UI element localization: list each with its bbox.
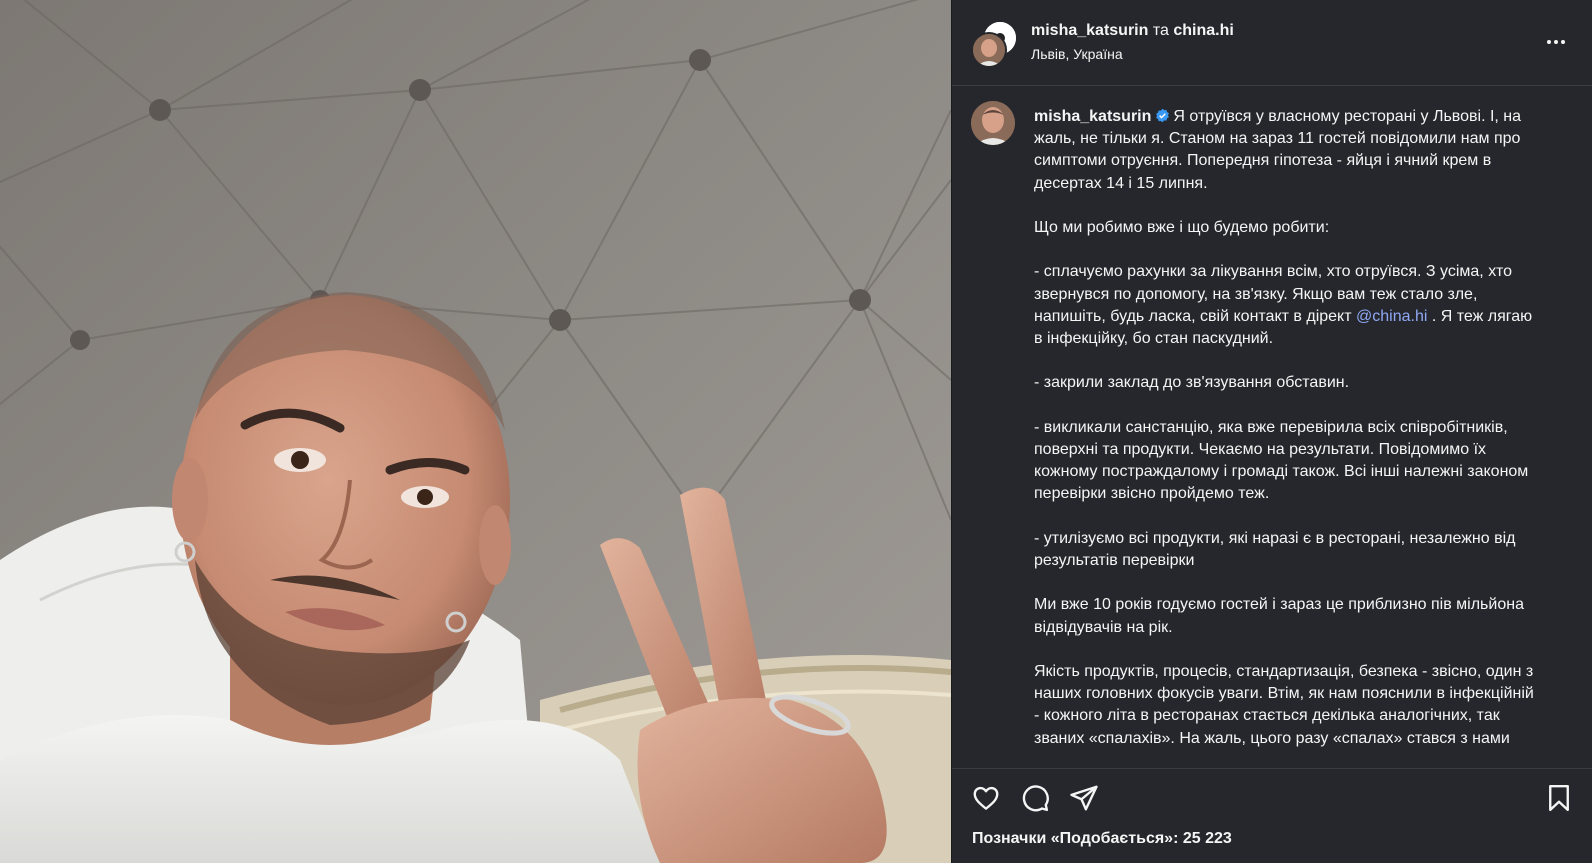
more-icon-dot	[1554, 40, 1558, 44]
more-options-button[interactable]	[1544, 32, 1568, 52]
action-bar	[952, 768, 1592, 828]
heart-icon	[973, 786, 999, 810]
caption-paragraph: Що ми робимо вже і що будемо робити:	[1034, 219, 1330, 237]
mention-link[interactable]: @china.hi	[1356, 308, 1427, 325]
more-icon	[1547, 40, 1551, 44]
like-button[interactable]	[971, 783, 1001, 813]
caption-paragraph: Якість продуктів, процесів, стандартизац…	[1034, 663, 1539, 747]
comment-icon	[1022, 785, 1049, 812]
post-header: misha_katsurin та china.hi Львів, Україн…	[952, 0, 1592, 86]
share-button[interactable]	[1069, 783, 1099, 813]
post-photo[interactable]	[0, 0, 951, 863]
post-viewer: misha_katsurin та china.hi Львів, Україн…	[0, 0, 1592, 863]
send-icon	[1070, 785, 1098, 811]
avatar-misha[interactable]	[971, 32, 1007, 68]
save-button[interactable]	[1544, 783, 1574, 813]
caption-username[interactable]: misha_katsurin	[1034, 108, 1151, 125]
author-conjunction: та	[1152, 22, 1169, 39]
comment-button[interactable]	[1020, 783, 1050, 813]
verified-badge-icon	[1156, 108, 1170, 123]
caption-paragraph: - закрили заклад до зв'язування обставин…	[1034, 374, 1350, 392]
post-caption: misha_katsurin Я отруївся у власному рест…	[1034, 106, 1534, 750]
profile-photo-icon	[971, 101, 1015, 145]
more-icon-dot	[1561, 40, 1565, 44]
post-side-panel: misha_katsurin та china.hi Львів, Україн…	[951, 0, 1592, 863]
author-link-misha[interactable]: misha_katsurin	[1031, 22, 1148, 39]
profile-photo-icon	[973, 34, 1005, 66]
likes-count[interactable]: Позначки «Подобається»: 25 223	[972, 830, 1232, 848]
caption-paragraph: Ми вже 10 років годуємо гостей і зараз ц…	[1034, 596, 1529, 636]
selfie-image	[0, 0, 951, 863]
collab-avatars[interactable]	[971, 20, 1018, 68]
caption-paragraph: - викликали санстанцію, яка вже перевіри…	[1034, 418, 1533, 503]
bookmark-icon	[1549, 784, 1569, 812]
caption-paragraph: - утилізуємо всі продукти, які наразі є …	[1034, 529, 1520, 570]
post-location[interactable]: Львів, Україна	[1031, 46, 1123, 62]
caption-avatar[interactable]	[971, 101, 1015, 145]
author-link-china-hi[interactable]: china.hi	[1173, 22, 1233, 39]
post-authors: misha_katsurin та china.hi	[1031, 21, 1234, 41]
caption-scroll-area[interactable]: misha_katsurin Я отруївся у власному рест…	[952, 86, 1592, 768]
